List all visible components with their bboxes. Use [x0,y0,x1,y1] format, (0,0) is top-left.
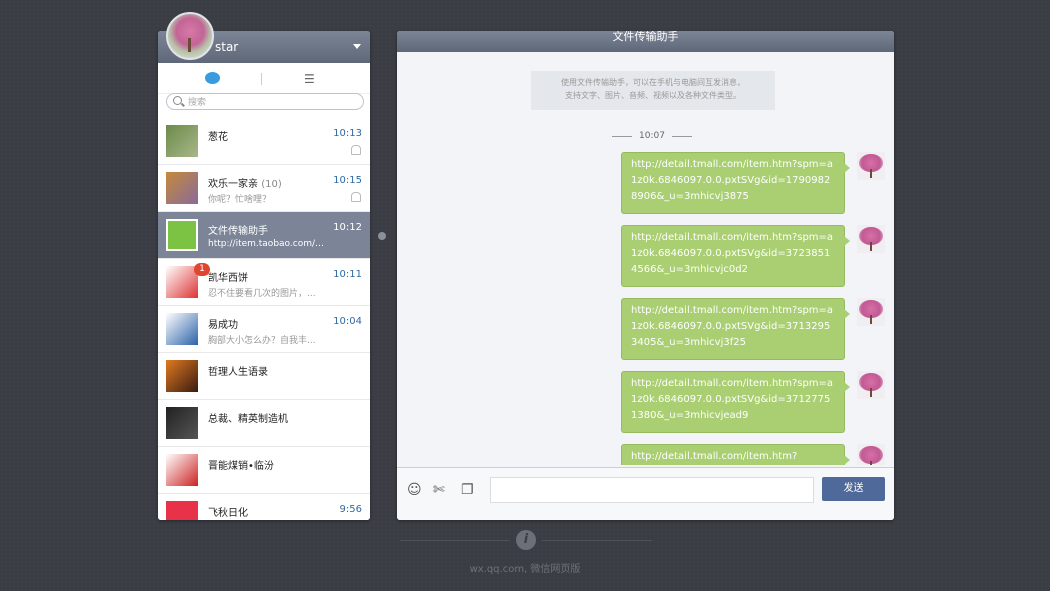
contact-name: 易成功 [208,316,238,331]
sidebar-panel: star ☰ 搜索 葱花 10:13 欢乐一家亲 (10) 你呢？忙啥哩？ 10:15 文… [158,31,370,520]
file-icon[interactable]: ❐ [461,482,474,498]
footer-text: wx.qq.com, 微信网页版 [469,564,581,575]
contact-avatar [166,219,198,251]
contacts-icon[interactable]: ☰ [304,72,315,86]
send-button[interactable]: 发送 [822,477,885,501]
conversation-item[interactable]: 葱花 10:13 [158,118,370,165]
screenshot-icon[interactable]: ✄ [433,482,445,498]
user-avatar[interactable] [166,12,214,60]
contact-name-text: 文件传输助手 [208,226,268,237]
search-icon [173,96,182,105]
mute-bell-icon [351,145,361,155]
mute-bell-icon [351,192,361,202]
message-bubble[interactable]: http://detail.tmall.com/item.htm? [621,444,850,465]
emoji-icon[interactable]: ☺ [407,482,422,498]
contact-avatar [166,501,198,520]
contact-avatar [166,172,198,204]
message-timestamp: 10:07 [612,131,692,141]
message-input[interactable] [490,477,814,503]
chevron-down-icon[interactable] [353,44,361,49]
message-preview: 忍不住要看几次的图片，... [208,289,316,299]
message-bubble[interactable]: http://detail.tmall.com/item.htm?spm=a1z… [621,298,850,360]
message-bubble[interactable]: http://detail.tmall.com/item.htm?spm=a1z… [621,371,850,433]
conversation-item[interactable]: 晋能煤销•临汾 [158,447,370,494]
sender-avatar[interactable] [857,298,885,326]
contact-name: 凯华西饼 [208,269,248,284]
message-preview: 胸部大小怎么办？自我丰... [208,336,316,346]
contact-name: 葱花 [208,128,228,143]
message-list: http://detail.tmall.com/item.htm?spm=a1z… [397,152,894,465]
conversation-item[interactable]: 飞秋日化 9:56 [158,494,370,520]
footer-divider [542,540,652,541]
tab-divider [261,73,262,85]
info-icon[interactable]: i [516,530,536,550]
message-time: 10:11 [333,269,362,280]
sender-avatar[interactable] [857,225,885,253]
message-bubble[interactable]: http://detail.tmall.com/item.htm?spm=a1z… [621,152,850,214]
footer-divider [400,540,510,541]
conversation-item[interactable]: 欢乐一家亲 (10) 你呢？忙啥哩？ 10:15 [158,165,370,212]
sidebar-tabs: ☰ [158,63,370,94]
contact-name: 飞秋日化 [208,504,248,519]
conversation-item[interactable]: 1 凯华西饼 忍不住要看几次的图片，... 10:11 [158,259,370,306]
contact-name-text: 欢乐一家亲 [208,179,258,190]
conversation-item[interactable]: 文件传输助手 http://item.taobao.com/ite... 10:12 [158,212,370,259]
contact-name: 欢乐一家亲 (10) [208,175,282,190]
conversation-list: 葱花 10:13 欢乐一家亲 (10) 你呢？忙啥哩？ 10:15 文件传输助手 http:… [158,118,370,520]
contact-avatar [166,407,198,439]
message-preview: 你呢？忙啥哩？ [208,195,272,205]
system-notice: 使用文件传输助手，可以在手机与电脑间互发消息， 支持文字、图片、音频、视频以及各… [531,71,775,110]
sender-avatar[interactable] [857,371,885,399]
contact-name-text: 总裁、精英制造机 [208,414,288,425]
sender-avatar[interactable] [857,444,885,465]
chat-bubble-icon[interactable] [205,72,220,84]
contact-avatar [166,125,198,157]
user-name: star [215,40,239,54]
message-time: 10:12 [333,222,362,233]
contact-name-text: 晋能煤销•临汾 [208,461,274,472]
search-placeholder: 搜索 [188,98,207,108]
message-time: 9:56 [339,504,362,515]
conversation-item[interactable]: 哲理人生语录 [158,353,370,400]
contact-name-text: 易成功 [208,320,238,331]
system-notice-line: 支持文字、图片、音频、视频以及各种文件类型。 [565,91,741,100]
conversation-item[interactable]: 易成功胸部大小怎么办？自我丰... 10:04 [158,306,370,353]
member-count: (10) [261,179,282,190]
message-preview: http://item.taobao.com/ite... [208,239,326,249]
panel-divider-handle[interactable] [378,232,386,240]
contact-avatar [166,313,198,345]
conversation-item[interactable]: 总裁、精英制造机 [158,400,370,447]
contact-name-text: 哲理人生语录 [208,367,268,378]
sender-avatar[interactable] [857,152,885,180]
contact-name: 文件传输助手 [208,222,268,237]
contact-avatar [166,360,198,392]
chat-panel: 文件传输助手 使用文件传输助手，可以在手机与电脑间互发消息， 支持文字、图片、音… [397,31,894,520]
contact-avatar [166,454,198,486]
message-time: 10:04 [333,316,362,327]
contact-name-text: 葱花 [208,132,228,143]
contact-name-text: 凯华西饼 [208,273,248,284]
contact-name: 晋能煤销•临汾 [208,457,274,472]
message-time: 10:13 [333,128,362,139]
contact-name: 总裁、精英制造机 [208,410,288,425]
message-bubble[interactable]: http://detail.tmall.com/item.htm?spm=a1z… [621,225,850,287]
input-bar: ☺ ✄ ❐ 发送 [397,467,894,520]
system-notice-line: 使用文件传输助手，可以在手机与电脑间互发消息， [561,78,745,87]
message-time: 10:15 [333,175,362,186]
chat-title: 文件传输助手 [397,31,894,52]
search-input[interactable]: 搜索 [166,93,364,110]
contact-name-text: 飞秋日化 [208,508,248,519]
contact-name: 哲理人生语录 [208,363,268,378]
